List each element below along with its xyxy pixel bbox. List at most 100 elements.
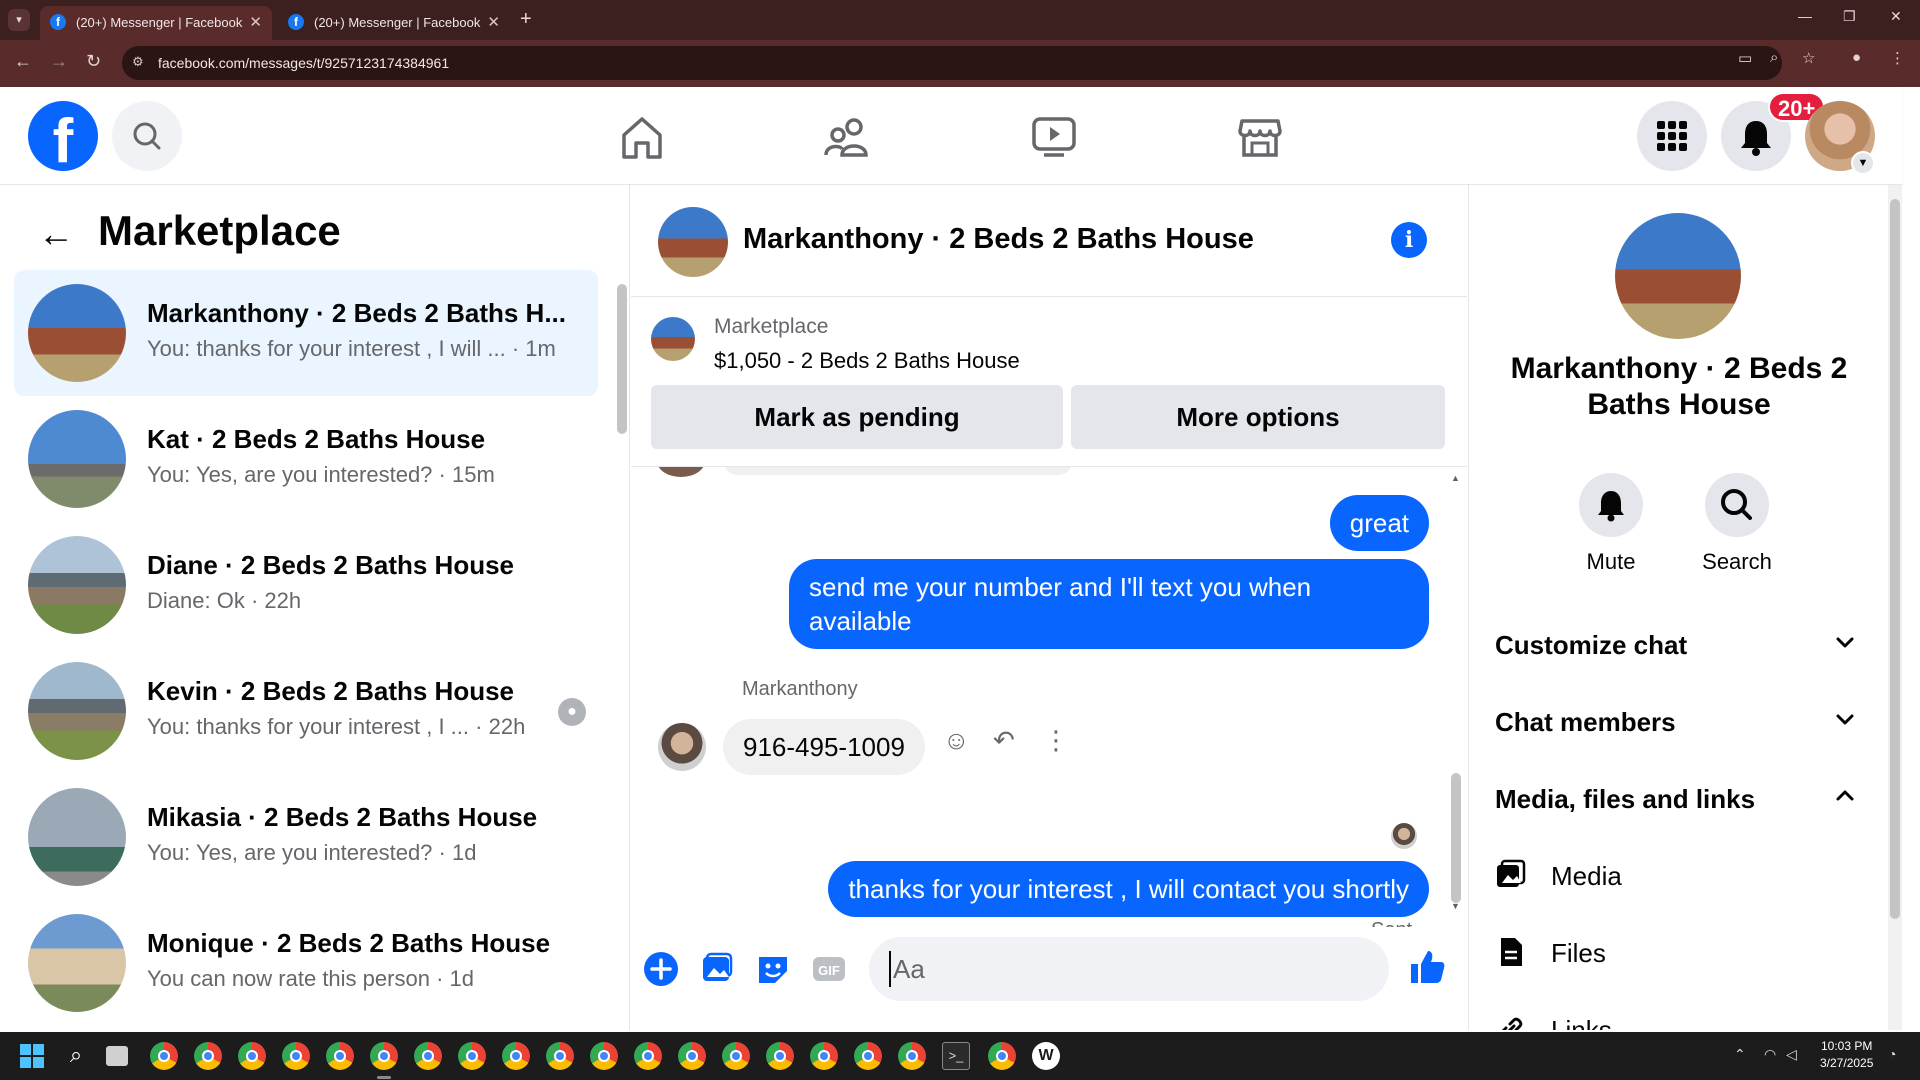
home-icon[interactable]	[612, 107, 672, 167]
browser-tab-2[interactable]: f (20+) Messenger | Facebook ✕	[278, 6, 510, 40]
browser-menu-icon[interactable]: ⋮	[1890, 49, 1905, 67]
plus-icon[interactable]	[643, 951, 679, 987]
bookmark-star-icon[interactable]: ☆	[1802, 49, 1815, 67]
listing-thumbnail[interactable]	[651, 317, 695, 361]
conversation-item[interactable]: Markanthony · 2 Beds 2 Baths H... You: t…	[14, 270, 598, 396]
outgoing-message[interactable]: great	[1329, 495, 1429, 551]
media-item[interactable]: Media	[1495, 851, 1865, 901]
chrome-icon[interactable]	[634, 1042, 662, 1070]
url-text[interactable]: facebook.com/messages/t/9257123174384961	[158, 55, 449, 71]
scrollbar-thumb[interactable]	[617, 284, 627, 434]
chrome-icon[interactable]	[326, 1042, 354, 1070]
profile-icon[interactable]: ●	[1852, 49, 1861, 66]
reply-icon[interactable]: ↶	[993, 725, 1015, 756]
listing-title[interactable]: $1,050 - 2 Beds 2 Baths House	[714, 348, 1020, 374]
tab-search-icon[interactable]: ▾	[8, 9, 30, 31]
outgoing-message[interactable]: send me your number and I'll text you wh…	[789, 559, 1429, 649]
chrome-icon[interactable]	[238, 1042, 266, 1070]
terminal-icon[interactable]: >_	[942, 1042, 970, 1070]
chrome-icon[interactable]	[282, 1042, 310, 1070]
chrome-icon[interactable]	[766, 1042, 794, 1070]
chrome-icon[interactable]	[194, 1042, 222, 1070]
new-tab-icon[interactable]: +	[520, 8, 532, 31]
reload-icon[interactable]: ↻	[86, 51, 101, 72]
chat-members-section[interactable]: Chat members	[1495, 697, 1865, 747]
minimize-icon[interactable]: —	[1798, 8, 1812, 24]
files-item[interactable]: Files	[1495, 928, 1865, 978]
friends-icon[interactable]	[818, 107, 878, 167]
install-app-icon[interactable]: ▭	[1738, 49, 1752, 67]
volume-icon[interactable]: ◁	[1786, 1046, 1797, 1063]
notification-bell-icon[interactable]: ◔	[1888, 1046, 1896, 1062]
conversation-item[interactable]: Mikasia · 2 Beds 2 Baths House You: Yes,…	[14, 774, 598, 900]
chrome-icon[interactable]	[590, 1042, 618, 1070]
media-files-links-section[interactable]: Media, files and links	[1495, 774, 1865, 824]
chrome-icon[interactable]	[502, 1042, 530, 1070]
conversation-item[interactable]: Monique · 2 Beds 2 Baths House You can n…	[14, 900, 598, 1026]
gif-icon[interactable]: GIF	[811, 951, 847, 987]
conversation-avatar-large[interactable]	[1615, 213, 1741, 339]
menu-button[interactable]	[1637, 101, 1707, 171]
scrollbar-thumb[interactable]	[1451, 773, 1461, 903]
back-arrow-icon[interactable]: ←	[38, 213, 74, 255]
incoming-message[interactable]: 916-495-1009	[723, 719, 925, 775]
close-tab-icon[interactable]: ✕	[487, 13, 500, 31]
restore-icon[interactable]: ❐	[1843, 8, 1856, 25]
customize-chat-section[interactable]: Customize chat	[1495, 620, 1865, 670]
chrome-icon[interactable]	[678, 1042, 706, 1070]
chat-list-scrollbar[interactable]	[614, 270, 628, 1030]
chrome-icon[interactable]	[458, 1042, 486, 1070]
scroll-up-icon[interactable]: ▲	[1451, 473, 1460, 483]
marketplace-icon[interactable]	[1230, 107, 1290, 167]
photo-icon[interactable]	[699, 951, 735, 987]
chrome-icon[interactable]	[722, 1042, 750, 1070]
windows-start-icon[interactable]	[18, 1042, 46, 1070]
video-icon[interactable]	[1024, 107, 1084, 167]
chrome-icon[interactable]	[854, 1042, 882, 1070]
mark-as-pending-button[interactable]: Mark as pending	[651, 385, 1063, 449]
close-tab-icon[interactable]: ✕	[249, 13, 262, 31]
message-input[interactable]	[889, 951, 1329, 987]
more-options-button[interactable]: More options	[1071, 385, 1445, 449]
info-icon[interactable]: i	[1391, 222, 1427, 258]
chrome-icon[interactable]	[150, 1042, 178, 1070]
browser-tab-1[interactable]: f (20+) Messenger | Facebook ✕	[40, 6, 272, 40]
site-info-icon[interactable]: ⚙	[132, 54, 144, 70]
facebook-search-button[interactable]	[112, 101, 182, 171]
close-window-icon[interactable]: ✕	[1890, 8, 1902, 25]
scroll-down-icon[interactable]: ▼	[1451, 901, 1460, 911]
thumbs-up-icon[interactable]	[1407, 947, 1447, 987]
react-emoji-icon[interactable]: ☺	[943, 725, 970, 756]
conversation-item[interactable]: Diane · 2 Beds 2 Baths House Diane: Ok ·…	[14, 522, 598, 648]
zoom-icon[interactable]: ⌕	[1770, 49, 1778, 66]
url-omnibox[interactable]: ⚙ facebook.com/messages/t/92571231743849…	[122, 46, 1782, 80]
chevron-down-icon[interactable]: ▼	[1851, 151, 1875, 175]
conversation-avatar[interactable]	[658, 207, 728, 277]
sender-avatar[interactable]	[658, 723, 706, 771]
chrome-icon[interactable]	[898, 1042, 926, 1070]
tray-chevron-up-icon[interactable]: ⌃	[1734, 1046, 1746, 1063]
conversation-item[interactable]: Kevin · 2 Beds 2 Baths House You: thanks…	[14, 648, 598, 774]
outgoing-message[interactable]: thanks for your interest , I will contac…	[828, 861, 1429, 917]
scrollbar-thumb[interactable]	[1890, 199, 1900, 919]
more-icon[interactable]: ⋮	[1043, 725, 1069, 756]
conversation-item[interactable]: Kat · 2 Beds 2 Baths House You: Yes, are…	[14, 396, 598, 522]
chrome-icon[interactable]	[810, 1042, 838, 1070]
forward-icon[interactable]: →	[50, 51, 68, 72]
mute-button[interactable]: Mute	[1561, 473, 1661, 575]
search-conversation-button[interactable]: Search	[1687, 473, 1787, 575]
task-view-icon[interactable]	[106, 1046, 128, 1066]
links-item[interactable]: Links	[1495, 1005, 1865, 1030]
chrome-icon[interactable]	[414, 1042, 442, 1070]
wifi-icon[interactable]: ◠	[1764, 1046, 1776, 1063]
chrome-icon[interactable]	[546, 1042, 574, 1070]
conversation-title[interactable]: Markanthony · 2 Beds 2 Baths House	[743, 223, 1254, 256]
facebook-logo[interactable]: f	[28, 101, 98, 171]
app-w-icon[interactable]: W	[1032, 1042, 1060, 1070]
back-icon[interactable]: ←	[14, 51, 32, 72]
search-icon[interactable]: ⌕	[62, 1042, 90, 1070]
page-scrollbar[interactable]	[1888, 185, 1902, 1030]
thread-scrollbar[interactable]: ▲ ▼	[1449, 473, 1463, 913]
system-clock[interactable]: 10:03 PM 3/27/2025	[1820, 1038, 1873, 1072]
sticker-icon[interactable]	[755, 951, 791, 987]
